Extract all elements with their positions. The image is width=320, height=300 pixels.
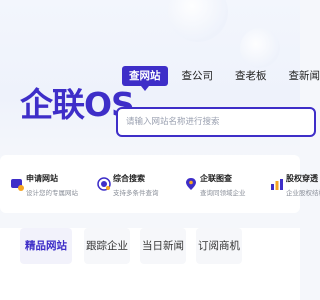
feature-desc: 企业股权结构 xyxy=(286,189,320,197)
feature-map-search[interactable]: 企联图查 查询同领域企业 xyxy=(184,155,256,213)
content-tabs: 精品网站 跟踪企业 当日新闻 订阅商机 xyxy=(0,228,300,300)
tab-search-site[interactable]: 查网站 xyxy=(122,66,168,91)
search-input[interactable] xyxy=(118,109,304,135)
tab-subscribe-opportunities[interactable]: 订阅商机 xyxy=(196,228,242,264)
feature-site-apply[interactable]: 申请网站 设计您的专属网站 xyxy=(10,155,82,213)
tab-search-news[interactable]: 查新闻 xyxy=(281,66,320,86)
tab-search-boss[interactable]: 查老板 xyxy=(227,66,275,86)
feature-desc: 设计您的专属网站 xyxy=(26,189,78,197)
feature-title: 股权穿透 xyxy=(286,174,318,183)
search-target-icon xyxy=(97,177,111,191)
tab-track-companies[interactable]: 跟踪企业 xyxy=(84,228,130,264)
search-type-tabs: 查网站 查公司 查老板 查新闻 xyxy=(122,66,320,91)
map-pin-icon xyxy=(186,178,196,190)
feature-desc: 支持多条件查询 xyxy=(113,189,159,197)
site-apply-icon xyxy=(11,179,24,191)
feature-title: 企联图查 xyxy=(200,174,232,183)
feature-bar: 申请网站 设计您的专属网站 综合搜索 支持多条件查询 企联图查 查询同领域企业 … xyxy=(0,155,320,213)
feature-title: 综合搜索 xyxy=(113,174,145,183)
decorative-circle xyxy=(240,28,280,68)
tab-featured-sites[interactable]: 精品网站 xyxy=(20,228,72,264)
tab-daily-news[interactable]: 当日新闻 xyxy=(140,228,186,264)
feature-equity[interactable]: 股权穿透 企业股权结构 xyxy=(270,155,320,213)
bar-chart-icon xyxy=(271,179,283,190)
search-box xyxy=(116,107,316,137)
feature-combined-search[interactable]: 综合搜索 支持多条件查询 xyxy=(97,155,169,213)
feature-desc: 查询同领域企业 xyxy=(200,189,246,197)
feature-title: 申请网站 xyxy=(26,174,58,183)
tab-search-company[interactable]: 查公司 xyxy=(174,66,222,86)
